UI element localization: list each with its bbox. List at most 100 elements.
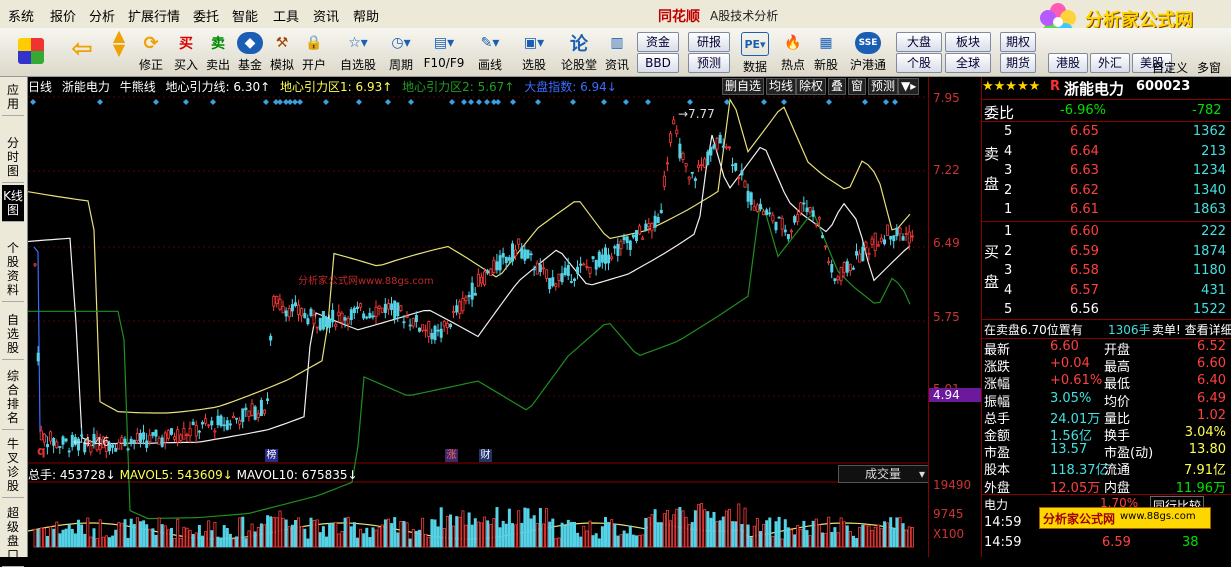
buy-icon: 买 bbox=[179, 36, 193, 52]
period-label[interactable]: 日线 bbox=[28, 80, 52, 94]
finance-marker[interactable]: 财 bbox=[479, 449, 492, 462]
data-button[interactable]: PE▾ 数据 bbox=[735, 28, 775, 76]
buy-level: 2 bbox=[1004, 243, 1013, 259]
quote-value: 1.56亿 bbox=[1050, 429, 1092, 444]
forecast-button[interactable]: 预测 bbox=[868, 78, 899, 95]
bbd-pill[interactable]: BBD bbox=[637, 53, 679, 73]
hotspot-button[interactable]: 🔥 热点 bbox=[777, 28, 809, 76]
buy-level: 3 bbox=[1004, 263, 1013, 278]
more-menu-button[interactable]: ▼▸ bbox=[898, 78, 920, 95]
tab-diagnosis[interactable]: 牛叉诊股 bbox=[2, 433, 24, 498]
research-pill[interactable]: 研报 bbox=[688, 32, 730, 52]
sell-button[interactable]: 卖 卖出 bbox=[203, 28, 233, 76]
custom-label[interactable]: 自定义 bbox=[1152, 59, 1188, 76]
hk-connect-button[interactable]: SSE 沪港通 bbox=[845, 28, 891, 76]
remove-watchlist-button[interactable]: 删自选 bbox=[722, 78, 765, 95]
menu-help[interactable]: 帮助 bbox=[353, 6, 379, 25]
indicator-name[interactable]: 牛熊线 bbox=[120, 80, 156, 94]
kline-chart[interactable]: →7.77 ←4.46 分析家公式网www.88gs.com q bbox=[28, 77, 928, 557]
global-pill[interactable]: 全球 bbox=[945, 53, 991, 73]
quote-key: 流通 bbox=[1104, 463, 1131, 479]
axis-label: 7.95 bbox=[933, 91, 960, 105]
sell-price: 6.63 bbox=[1070, 163, 1099, 178]
buy-button[interactable]: 买 买入 bbox=[171, 28, 201, 76]
toolbar: ⇦ ▲ ▼ ⟳ 修正 买 买入 卖 卖出 ◆ 基金 ⚒ 模拟 🔒 开户 ☆▾ 自选… bbox=[0, 28, 1231, 77]
volume-header: 总手: 453728↓ MAVOL5: 543609↓ MAVOL10: 675… bbox=[28, 466, 848, 482]
ma-button[interactable]: 均线 bbox=[766, 78, 797, 95]
buy-label: 买入 bbox=[173, 58, 198, 72]
tab-intraday[interactable]: 分时图 bbox=[2, 132, 24, 183]
buy-level: 4 bbox=[1004, 282, 1013, 298]
left-tab-bar: 应用 分时图 K线图 个股资料 自选股 综合排名 牛叉诊股 超级盘口 bbox=[0, 77, 28, 567]
list-marker[interactable]: 榜 bbox=[265, 449, 278, 462]
fund-flow-pill[interactable]: 资金 bbox=[637, 32, 679, 52]
period-label: 周期 bbox=[388, 58, 413, 72]
volume-indicator-select[interactable]: 成交量 ▾ bbox=[838, 465, 930, 483]
stock-pill[interactable]: 个股 bbox=[896, 53, 942, 73]
refresh-button[interactable]: ⟳ 修正 bbox=[136, 28, 166, 76]
futures-pill[interactable]: 期货 bbox=[1000, 53, 1036, 73]
ex-rights-button[interactable]: 除权 bbox=[796, 78, 827, 95]
tab-stock-info[interactable]: 个股资料 bbox=[2, 237, 24, 302]
buy-level: 5 bbox=[1004, 302, 1013, 317]
menu-extended[interactable]: 扩展行情 bbox=[128, 6, 180, 25]
order-alert-link[interactable]: 卖单! 查看详细 bbox=[1152, 321, 1231, 338]
watchlist-button[interactable]: ☆▾ 自选股 bbox=[336, 28, 380, 76]
buy-price: 6.60 bbox=[1070, 224, 1099, 239]
quote-key: 振幅 bbox=[984, 394, 1011, 410]
fund-button[interactable]: ◆ 基金 bbox=[235, 28, 265, 76]
new-stock-label: 新股 bbox=[813, 58, 838, 72]
sell-level: 2 bbox=[1004, 182, 1013, 198]
draw-line-label: 画线 bbox=[477, 58, 502, 72]
tab-watchlist[interactable]: 自选股 bbox=[2, 309, 24, 360]
new-stock-icon: ▦ bbox=[819, 35, 833, 51]
open-account-button[interactable]: 🔒 开户 bbox=[299, 28, 329, 76]
quote-key: 最新 bbox=[984, 343, 1011, 358]
forecast-pill[interactable]: 预测 bbox=[688, 53, 730, 73]
sell-level: 5 bbox=[1004, 124, 1013, 139]
quote-value: 13.80 bbox=[1188, 442, 1226, 458]
period-button[interactable]: ◷▾ 周期 bbox=[381, 28, 421, 76]
forex-pill[interactable]: 外汇 bbox=[1090, 53, 1130, 73]
simulate-button[interactable]: ⚒ 模拟 bbox=[267, 28, 297, 76]
updown-button[interactable]: ▲ ▼ bbox=[104, 28, 134, 76]
draw-line-button[interactable]: ✎▾ 画线 bbox=[470, 28, 510, 76]
line3-value: 地心引力区2: 5.67↑ bbox=[402, 80, 515, 94]
menu-trade[interactable]: 委托 bbox=[193, 6, 219, 25]
quote-value: 6.40 bbox=[1197, 373, 1226, 389]
overlay-button[interactable]: 叠 bbox=[828, 78, 847, 95]
document-icon: ▤▾ bbox=[433, 35, 455, 51]
layout-button[interactable] bbox=[8, 28, 54, 76]
new-stock-button[interactable]: ▦ 新股 bbox=[810, 28, 842, 76]
sector-pill[interactable]: 板块 bbox=[945, 32, 991, 52]
tab-kline[interactable]: K线图 bbox=[2, 185, 24, 222]
sector-name[interactable]: 电力 bbox=[984, 496, 1008, 513]
stock-picker-button[interactable]: ▣▾ 选股 bbox=[514, 28, 554, 76]
multiwindow-label[interactable]: 多窗 bbox=[1197, 59, 1221, 76]
hammer-icon: ⚒ bbox=[275, 35, 289, 51]
quote-value: 12.05万 bbox=[1050, 480, 1101, 496]
menu-system[interactable]: 系统 bbox=[8, 6, 34, 25]
quote-value: 3.04% bbox=[1184, 425, 1226, 440]
menu-analysis[interactable]: 分析 bbox=[89, 6, 115, 25]
window-button[interactable]: 窗 bbox=[848, 78, 867, 95]
hk-stock-pill[interactable]: 港股 bbox=[1048, 53, 1088, 73]
sell-volume: 213 bbox=[1201, 143, 1226, 159]
order-alert-bar[interactable]: 在卖盘6.70位置有 1306手 卖单! 查看详细 bbox=[982, 319, 1231, 339]
options-pill[interactable]: 期权 bbox=[1000, 32, 1036, 52]
menu-news[interactable]: 资讯 bbox=[313, 6, 339, 25]
tab-super-order[interactable]: 超级盘口 bbox=[2, 502, 24, 567]
tab-ranking[interactable]: 综合排名 bbox=[2, 365, 24, 430]
rise-marker[interactable]: 涨 bbox=[445, 449, 458, 462]
menu-quote[interactable]: 报价 bbox=[50, 6, 76, 25]
f10-button[interactable]: ▤▾ F10/F9 bbox=[423, 28, 465, 76]
back-button[interactable]: ⇦ bbox=[62, 28, 102, 76]
tab-apps[interactable]: 应用 bbox=[2, 79, 24, 116]
data-label: 数据 bbox=[742, 60, 767, 74]
news-button[interactable]: ▥ 资讯 bbox=[602, 28, 632, 76]
menu-tools[interactable]: 工具 bbox=[273, 6, 299, 25]
buy-price: 6.58 bbox=[1070, 263, 1099, 278]
forum-button[interactable]: 论 论股堂 bbox=[559, 28, 599, 76]
menu-smart[interactable]: 智能 bbox=[232, 6, 258, 25]
market-pill[interactable]: 大盘 bbox=[896, 32, 942, 52]
